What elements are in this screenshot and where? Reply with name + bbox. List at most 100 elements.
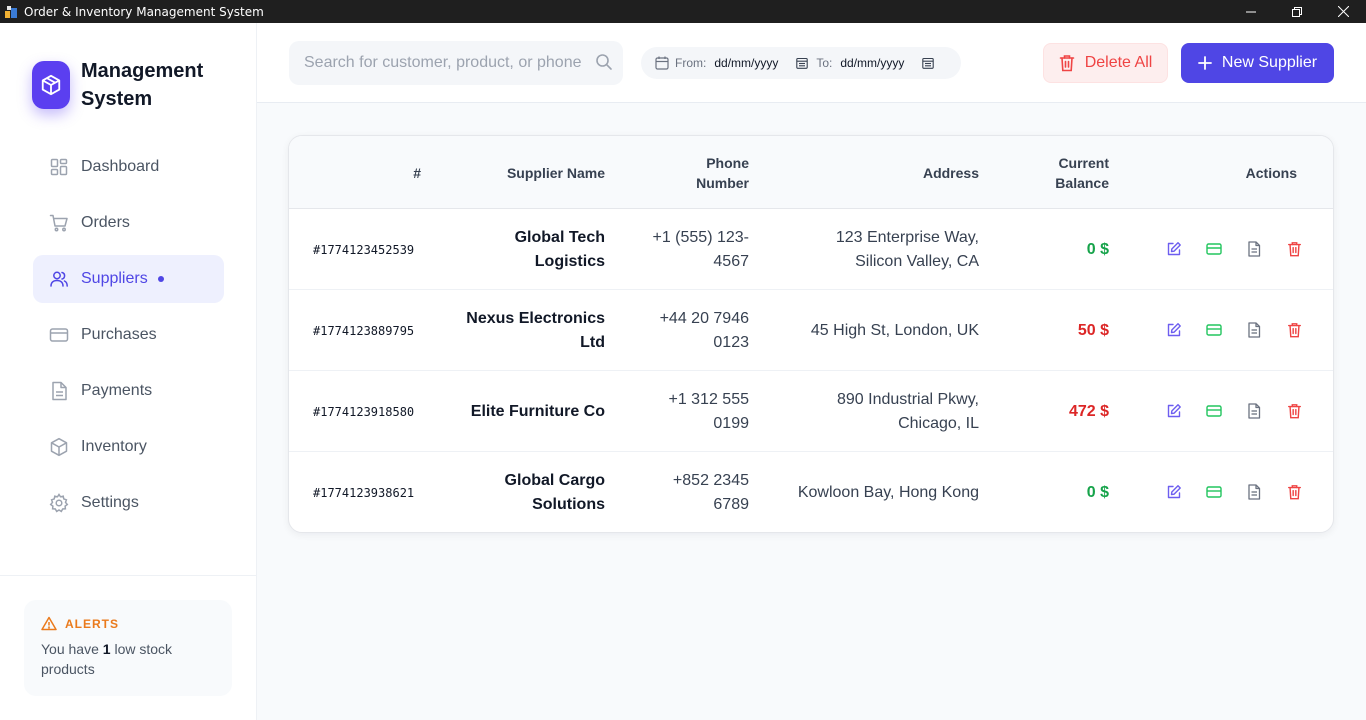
- sidebar-item-payments[interactable]: Payments: [33, 367, 224, 415]
- supplier-balance: 0 $: [1086, 483, 1109, 501]
- supplier-address: Kowloon Bay, Hong Kong: [797, 483, 979, 501]
- close-icon: [1337, 6, 1349, 17]
- row-actions: [1164, 401, 1324, 421]
- alerts-header: ALERTS: [41, 616, 215, 631]
- sidebar-item-label: Dashboard: [81, 158, 160, 175]
- table-header: # Supplier Name Phone Number Address Cur…: [289, 136, 1333, 209]
- statement-document-icon[interactable]: [1244, 482, 1264, 502]
- alerts-message: You have 1 low stock products: [41, 639, 215, 679]
- delete-row-icon[interactable]: [1284, 482, 1304, 502]
- sidebar-item-label: Suppliers: [81, 270, 148, 287]
- supplier-id: #1774123889795: [313, 323, 415, 338]
- edit-icon[interactable]: [1164, 401, 1184, 421]
- payment-card-icon[interactable]: [1204, 482, 1224, 502]
- minimize-button[interactable]: [1228, 0, 1274, 23]
- dashboard-icon: [49, 157, 69, 177]
- close-button[interactable]: [1320, 0, 1366, 23]
- new-supplier-label: New Supplier: [1221, 54, 1318, 71]
- edit-icon[interactable]: [1164, 482, 1184, 502]
- search-box: [289, 41, 623, 85]
- payment-card-icon[interactable]: [1204, 320, 1224, 340]
- plus-icon: [1198, 56, 1212, 70]
- from-label: From:: [675, 56, 707, 70]
- supplier-phone: +1 (555) 123-4567: [652, 228, 749, 270]
- sidebar-item-settings[interactable]: Settings: [33, 479, 224, 527]
- payment-card-icon[interactable]: [1204, 239, 1224, 259]
- sidebar-item-label: Purchases: [81, 326, 157, 343]
- sidebar-item-label: Payments: [81, 382, 153, 399]
- column-header-supplier-name: Supplier Name: [506, 164, 605, 181]
- search-input[interactable]: [304, 54, 586, 72]
- supplier-balance: 472 $: [1068, 402, 1109, 420]
- delete-row-icon[interactable]: [1284, 320, 1304, 340]
- window-titlebar: Order & Inventory Management System: [0, 0, 1366, 23]
- sidebar-divider: [0, 575, 257, 576]
- cart-icon: [49, 213, 69, 233]
- supplier-name: Elite Furniture Co: [470, 402, 605, 420]
- sidebar-item-label: Settings: [81, 494, 139, 511]
- edit-icon[interactable]: [1164, 320, 1184, 340]
- table-row: #1774123889795 Nexus Electronics Ltd +44…: [289, 290, 1333, 371]
- table-row: #1774123938621 Global Cargo Solutions +8…: [289, 452, 1333, 532]
- delete-row-icon[interactable]: [1284, 401, 1304, 421]
- window-controls: [1228, 0, 1366, 23]
- maximize-button[interactable]: [1274, 0, 1320, 23]
- supplier-name: Global Tech Logistics: [514, 228, 605, 270]
- edit-icon[interactable]: [1164, 239, 1184, 259]
- supplier-name: Nexus Electronics Ltd: [466, 309, 605, 351]
- supplier-id: #1774123938621: [313, 485, 415, 500]
- column-header-actions: Actions: [1245, 164, 1297, 181]
- payment-card-icon[interactable]: [1204, 401, 1224, 421]
- table-row: #1774123918580 Elite Furniture Co +1 312…: [289, 371, 1333, 452]
- sidebar-item-dashboard[interactable]: Dashboard: [33, 143, 224, 191]
- sidebar-item-purchases[interactable]: Purchases: [33, 311, 224, 359]
- row-actions: [1164, 482, 1324, 502]
- supplier-id: #1774123918580: [313, 404, 415, 419]
- to-calendar-icon[interactable]: [922, 57, 935, 69]
- from-date-input[interactable]: dd/mm/yyyy: [714, 56, 778, 70]
- sidebar-item-inventory[interactable]: Inventory: [33, 423, 224, 471]
- sidebar-item-suppliers[interactable]: Suppliers: [33, 255, 224, 303]
- box-logo-icon: [32, 61, 70, 109]
- trash-icon: [1059, 54, 1075, 72]
- from-calendar-icon[interactable]: [796, 57, 809, 69]
- to-date-input[interactable]: dd/mm/yyyy: [840, 56, 904, 70]
- topbar: From: dd/mm/yyyy To: dd/mm/yyyy Delete A…: [257, 23, 1366, 103]
- minimize-icon: [1246, 11, 1256, 12]
- card-icon: [49, 325, 69, 345]
- box-icon: [49, 437, 69, 457]
- delete-all-label: Delete All: [1084, 54, 1153, 71]
- suppliers-table: # Supplier Name Phone Number Address Cur…: [288, 135, 1334, 533]
- alerts-panel: ALERTS You have 1 low stock products: [24, 600, 232, 696]
- date-range-filter: From: dd/mm/yyyy To: dd/mm/yyyy: [641, 47, 961, 79]
- low-stock-count: 1: [102, 641, 111, 657]
- alerts-title: ALERTS: [65, 616, 119, 631]
- calendar-icon: [655, 56, 669, 70]
- document-icon: [49, 381, 69, 401]
- supplier-phone: +44 20 7946 0123: [659, 309, 749, 351]
- search-icon[interactable]: [595, 53, 613, 76]
- statement-document-icon[interactable]: [1244, 239, 1264, 259]
- window-title: Order & Inventory Management System: [24, 4, 264, 19]
- supplier-id: #1774123452539: [313, 242, 415, 257]
- new-supplier-button[interactable]: New Supplier: [1181, 43, 1334, 83]
- to-label: To:: [816, 56, 833, 70]
- app-icon: [3, 4, 19, 20]
- supplier-name: Global Cargo Solutions: [504, 471, 605, 513]
- supplier-address: 45 High St, London, UK: [810, 321, 979, 339]
- statement-document-icon[interactable]: [1244, 401, 1264, 421]
- gear-icon: [49, 493, 69, 513]
- delete-row-icon[interactable]: [1284, 239, 1304, 259]
- supplier-address: 123 Enterprise Way, Silicon Valley, CA: [835, 228, 979, 270]
- column-header-phone: Phone Number: [696, 154, 749, 191]
- row-actions: [1164, 239, 1324, 259]
- statement-document-icon[interactable]: [1244, 320, 1264, 340]
- sidebar-item-label: Inventory: [81, 438, 147, 455]
- supplier-phone: +1 312 555 0199: [668, 390, 749, 432]
- sidebar-item-orders[interactable]: Orders: [33, 199, 224, 247]
- brand-title: Management System: [81, 60, 204, 110]
- delete-all-button[interactable]: Delete All: [1043, 43, 1168, 83]
- column-header-balance: Current Balance: [1055, 154, 1109, 191]
- supplier-balance: 0 $: [1086, 240, 1109, 258]
- supplier-address: 890 Industrial Pkwy, Chicago, IL: [837, 390, 979, 432]
